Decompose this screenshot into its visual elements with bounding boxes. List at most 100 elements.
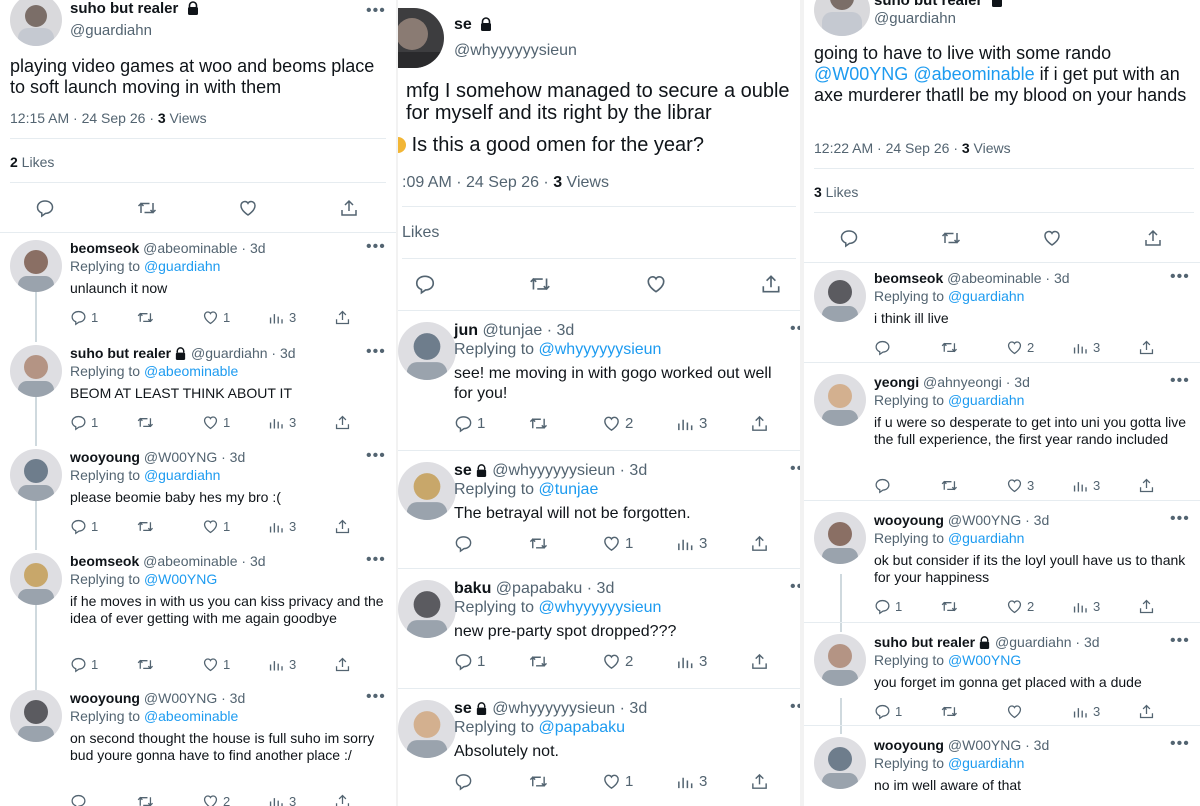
mention-link[interactable]: @guardiahn	[948, 288, 1025, 304]
share-button[interactable]	[760, 273, 782, 295]
author-name[interactable]: suho but realer	[874, 0, 982, 9]
author-handle[interactable]: @ahnyeongi · 3d	[923, 374, 1030, 390]
avatar[interactable]	[814, 512, 866, 564]
reply-button[interactable]	[454, 534, 477, 553]
like-button[interactable]: 1	[202, 309, 230, 326]
author-name[interactable]: se	[454, 700, 472, 717]
avatar[interactable]	[398, 8, 444, 68]
mention-link[interactable]: @W00YNG	[814, 64, 908, 84]
mention-link[interactable]: @W00YNG	[144, 571, 217, 587]
retweet-button[interactable]	[940, 228, 962, 248]
like-button[interactable]	[645, 273, 667, 295]
share-button[interactable]	[750, 534, 769, 553]
author-name[interactable]: wooyoung	[874, 737, 944, 753]
like-button[interactable]: 2	[1006, 339, 1034, 356]
more-icon[interactable]: •••	[790, 320, 800, 338]
author-name[interactable]: beomseok	[70, 553, 139, 569]
retweet-button[interactable]	[528, 414, 547, 433]
more-icon[interactable]: •••	[1170, 735, 1190, 753]
author-handle[interactable]: @tunjae · 3d	[482, 322, 574, 339]
author-name[interactable]: se	[454, 462, 472, 479]
retweet-button[interactable]	[940, 703, 957, 720]
author-handle[interactable]: @guardiahn	[874, 10, 956, 27]
reply-button[interactable]	[839, 228, 859, 248]
mention-link[interactable]: @guardiahn	[948, 530, 1025, 546]
share-button[interactable]	[750, 652, 769, 671]
like-button[interactable]: 1	[202, 518, 230, 535]
share-button[interactable]	[334, 793, 351, 806]
author-name[interactable]: suho but realer	[874, 634, 975, 650]
retweet-button[interactable]	[940, 598, 957, 615]
retweet-button[interactable]	[940, 477, 957, 494]
more-icon[interactable]: •••	[790, 698, 800, 716]
retweet-button[interactable]	[136, 518, 153, 535]
more-icon[interactable]: •••	[1170, 372, 1190, 390]
like-button[interactable]: 2	[202, 793, 230, 806]
likes-summary[interactable]: 3 Likes	[814, 184, 858, 200]
avatar[interactable]	[814, 737, 866, 789]
avatar[interactable]	[398, 580, 456, 638]
share-button[interactable]	[334, 518, 351, 535]
author-handle[interactable]: @abeominable · 3d	[947, 270, 1069, 286]
more-icon[interactable]: •••	[366, 2, 386, 20]
views-button[interactable]: 3	[268, 414, 296, 431]
like-button[interactable]	[1006, 703, 1027, 720]
likes-summary[interactable]: 2 Likes	[10, 154, 54, 170]
retweet-button[interactable]	[136, 414, 153, 431]
views-button[interactable]: 3	[676, 772, 707, 791]
like-button[interactable]: 2	[602, 652, 633, 671]
more-icon[interactable]: •••	[1170, 632, 1190, 650]
share-button[interactable]	[334, 414, 351, 431]
author-name[interactable]: baku	[454, 580, 491, 597]
reply-button[interactable]: 1	[70, 309, 98, 326]
retweet-button[interactable]	[528, 652, 547, 671]
author-handle[interactable]: @W00YNG · 3d	[948, 512, 1049, 528]
mention-link[interactable]: @whyyyyyysieun	[539, 341, 662, 358]
mention-link[interactable]: @abeominable	[144, 708, 238, 724]
views-button[interactable]: 3	[1072, 477, 1100, 494]
more-icon[interactable]: •••	[790, 578, 800, 596]
views-button[interactable]: 3	[1072, 703, 1100, 720]
views-button[interactable]: 3	[268, 309, 296, 326]
share-button[interactable]	[334, 309, 351, 326]
retweet-button[interactable]	[528, 772, 547, 791]
reply-button[interactable]: 1	[874, 598, 902, 615]
reply-button[interactable]	[70, 793, 91, 806]
share-button[interactable]	[750, 772, 769, 791]
reply-button[interactable]: 1	[874, 703, 902, 720]
more-icon[interactable]: •••	[366, 238, 386, 256]
share-button[interactable]	[334, 656, 351, 673]
reply-button[interactable]	[35, 198, 55, 218]
reply-button[interactable]: 1	[454, 414, 485, 433]
like-button[interactable]: 1	[202, 656, 230, 673]
avatar[interactable]	[10, 345, 62, 397]
reply-button[interactable]	[874, 477, 895, 494]
views-button[interactable]: 3	[268, 656, 296, 673]
author-name[interactable]: jun	[454, 322, 478, 339]
avatar[interactable]	[10, 0, 62, 46]
mention-link[interactable]: @abeominable	[913, 64, 1034, 84]
mention-link[interactable]: @W00YNG	[948, 652, 1021, 668]
reply-button[interactable]: 1	[454, 652, 485, 671]
retweet-button[interactable]	[136, 309, 153, 326]
like-button[interactable]: 1	[602, 534, 633, 553]
author-name[interactable]: se	[454, 16, 472, 33]
reply-button[interactable]	[414, 273, 436, 295]
mention-link[interactable]: @abeominable	[144, 363, 238, 379]
like-button[interactable]	[1042, 228, 1062, 248]
views-button[interactable]: 3	[268, 518, 296, 535]
views-button[interactable]: 3	[676, 414, 707, 433]
avatar[interactable]	[814, 0, 870, 36]
share-button[interactable]	[750, 414, 769, 433]
share-button[interactable]	[1138, 598, 1155, 615]
share-button[interactable]	[1138, 339, 1155, 356]
reply-button[interactable]: 1	[70, 518, 98, 535]
views-button[interactable]: 3	[1072, 339, 1100, 356]
views-button[interactable]: 3	[676, 652, 707, 671]
share-button[interactable]	[1143, 228, 1163, 248]
author-name[interactable]: beomseok	[874, 270, 943, 286]
author-handle[interactable]: @guardiahn	[70, 22, 152, 39]
more-icon[interactable]: •••	[366, 447, 386, 465]
author-handle[interactable]: @whyyyyyysieun · 3d	[492, 700, 647, 717]
mention-link[interactable]: @guardiahn	[144, 467, 221, 483]
